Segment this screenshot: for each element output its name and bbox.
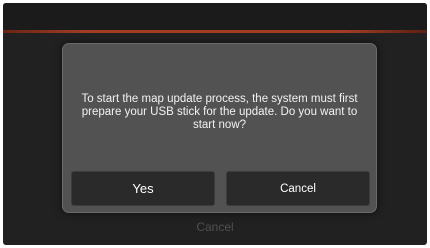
- device-screen: Cancel To start the map update process, …: [3, 3, 427, 245]
- dialog-message: To start the map update process, the sys…: [81, 93, 358, 131]
- confirmation-dialog: To start the map update process, the sys…: [62, 43, 377, 213]
- yes-button[interactable]: Yes: [71, 171, 215, 206]
- cancel-button[interactable]: Cancel: [226, 171, 370, 206]
